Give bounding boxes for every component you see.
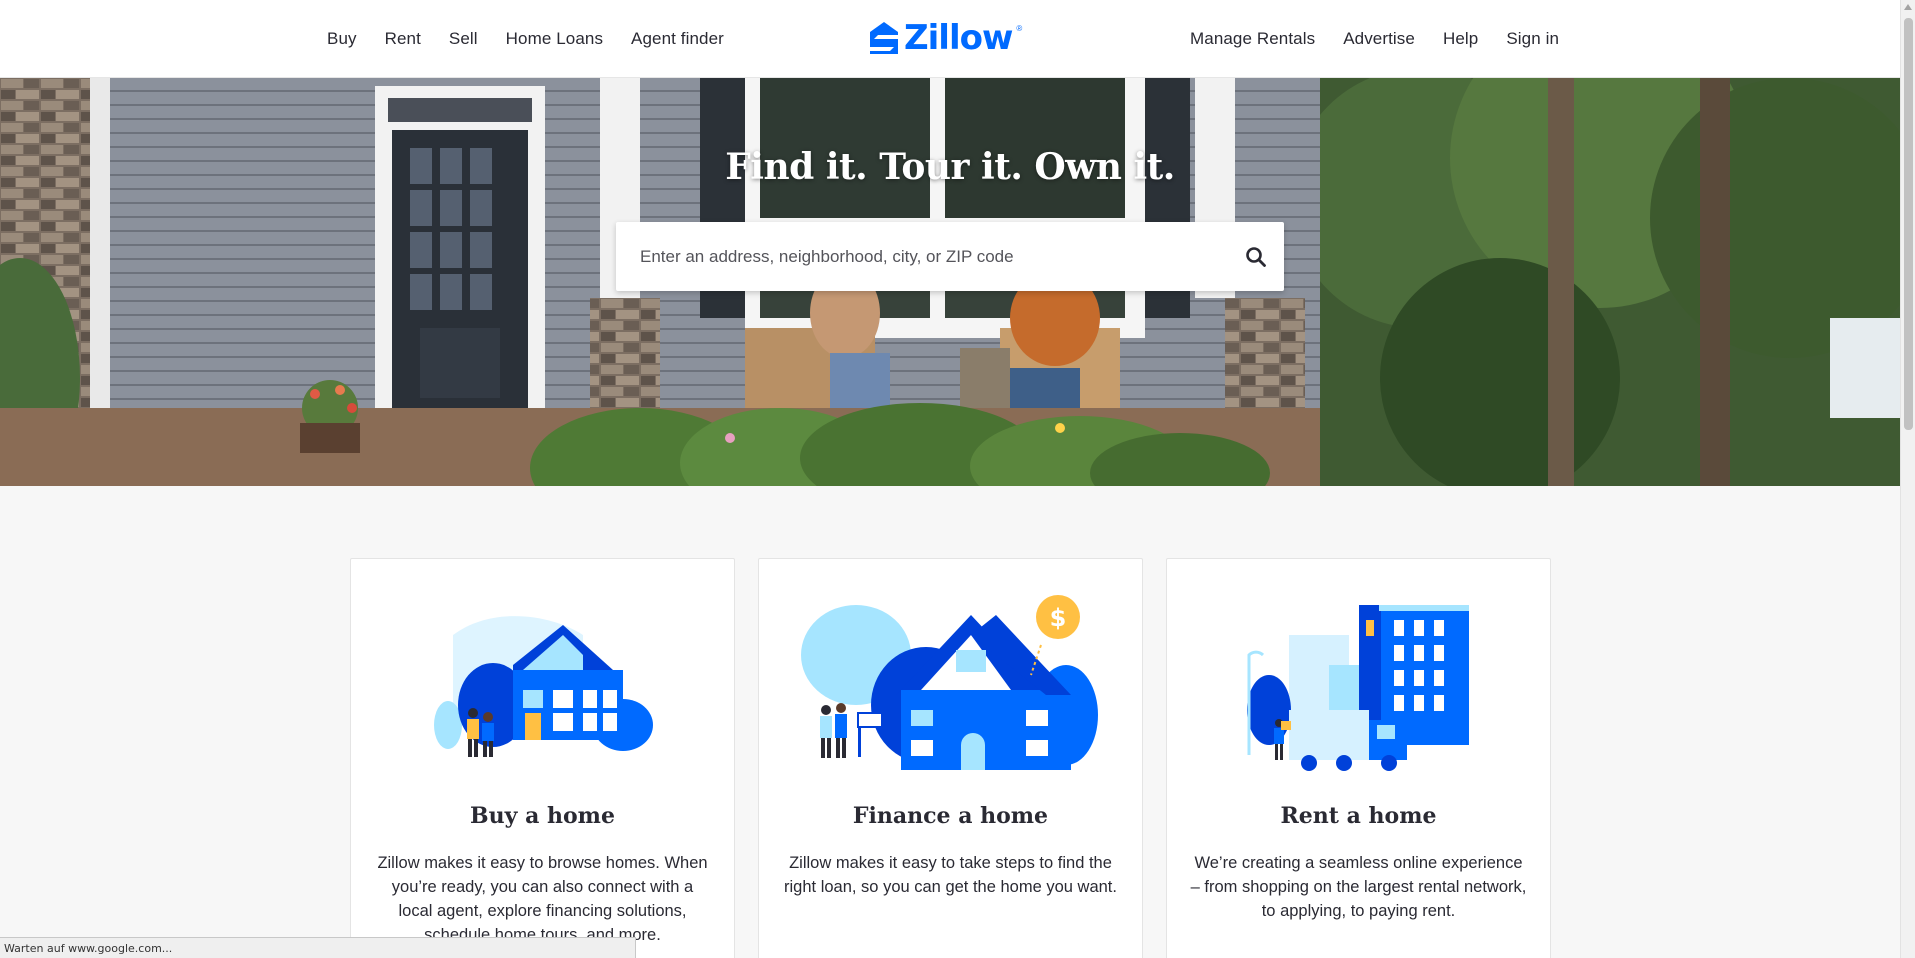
card-description: Zillow makes it easy to take steps to fi… (784, 854, 1117, 896)
registered-mark-icon: ® (1016, 24, 1023, 33)
search-bar (616, 222, 1284, 291)
search-input[interactable] (616, 222, 1228, 291)
finance-a-home-card[interactable]: $ Finance a home Zillow makes it easy to… (758, 558, 1143, 958)
card-description: Zillow makes it easy to browse homes. Wh… (377, 854, 708, 944)
nav-agent-finder-link[interactable]: Agent finder (617, 29, 738, 49)
top-navigation: Buy Rent Sell Home Loans Agent finder Zi… (0, 0, 1900, 78)
nav-rent-link[interactable]: Rent (371, 29, 435, 49)
zillow-logo[interactable]: Zillow ® (868, 18, 1022, 58)
nav-manage-rentals-link[interactable]: Manage Rentals (1176, 29, 1329, 49)
secondary-nav: Manage Rentals Advertise Help Sign in (1176, 0, 1573, 78)
svg-text:$: $ (1049, 604, 1066, 632)
card-title: Finance a home (852, 803, 1049, 829)
apartment-with-truck-illustration (1167, 595, 1550, 775)
rent-a-home-card[interactable]: Rent a home We’re creating a seamless on… (1166, 558, 1551, 958)
house-with-dollar-illustration: $ (759, 595, 1142, 775)
scroll-thumb[interactable] (1904, 18, 1913, 430)
zillow-house-icon (870, 22, 898, 54)
search-icon (1246, 246, 1266, 267)
card-description: We’re creating a seamless online experie… (1190, 854, 1527, 920)
primary-nav: Buy Rent Sell Home Loans Agent finder (313, 0, 738, 78)
nav-advertise-link[interactable]: Advertise (1329, 29, 1429, 49)
nav-sell-link[interactable]: Sell (435, 29, 492, 49)
card-title: Rent a home (1280, 803, 1437, 829)
house-with-couple-illustration (351, 595, 734, 775)
logo-wordmark: Zillow (904, 18, 1013, 58)
hero-banner: Find it. Tour it. Own it. (0, 78, 1900, 486)
nav-help-link[interactable]: Help (1429, 29, 1492, 49)
nav-home-loans-link[interactable]: Home Loans (492, 29, 617, 49)
nav-sign-in-link[interactable]: Sign in (1492, 29, 1573, 49)
buy-a-home-card[interactable]: Buy a home Zillow makes it easy to brows… (350, 558, 735, 958)
page-scrollbar[interactable] (1900, 0, 1915, 958)
browser-status-bar: Warten auf www.google.com... (0, 937, 636, 958)
search-button[interactable] (1228, 222, 1284, 291)
card-title: Buy a home (470, 803, 615, 829)
hero-headline: Find it. Tour it. Own it. (725, 146, 1175, 188)
scroll-up-arrow-icon[interactable] (1904, 4, 1912, 10)
nav-buy-link[interactable]: Buy (313, 29, 371, 49)
